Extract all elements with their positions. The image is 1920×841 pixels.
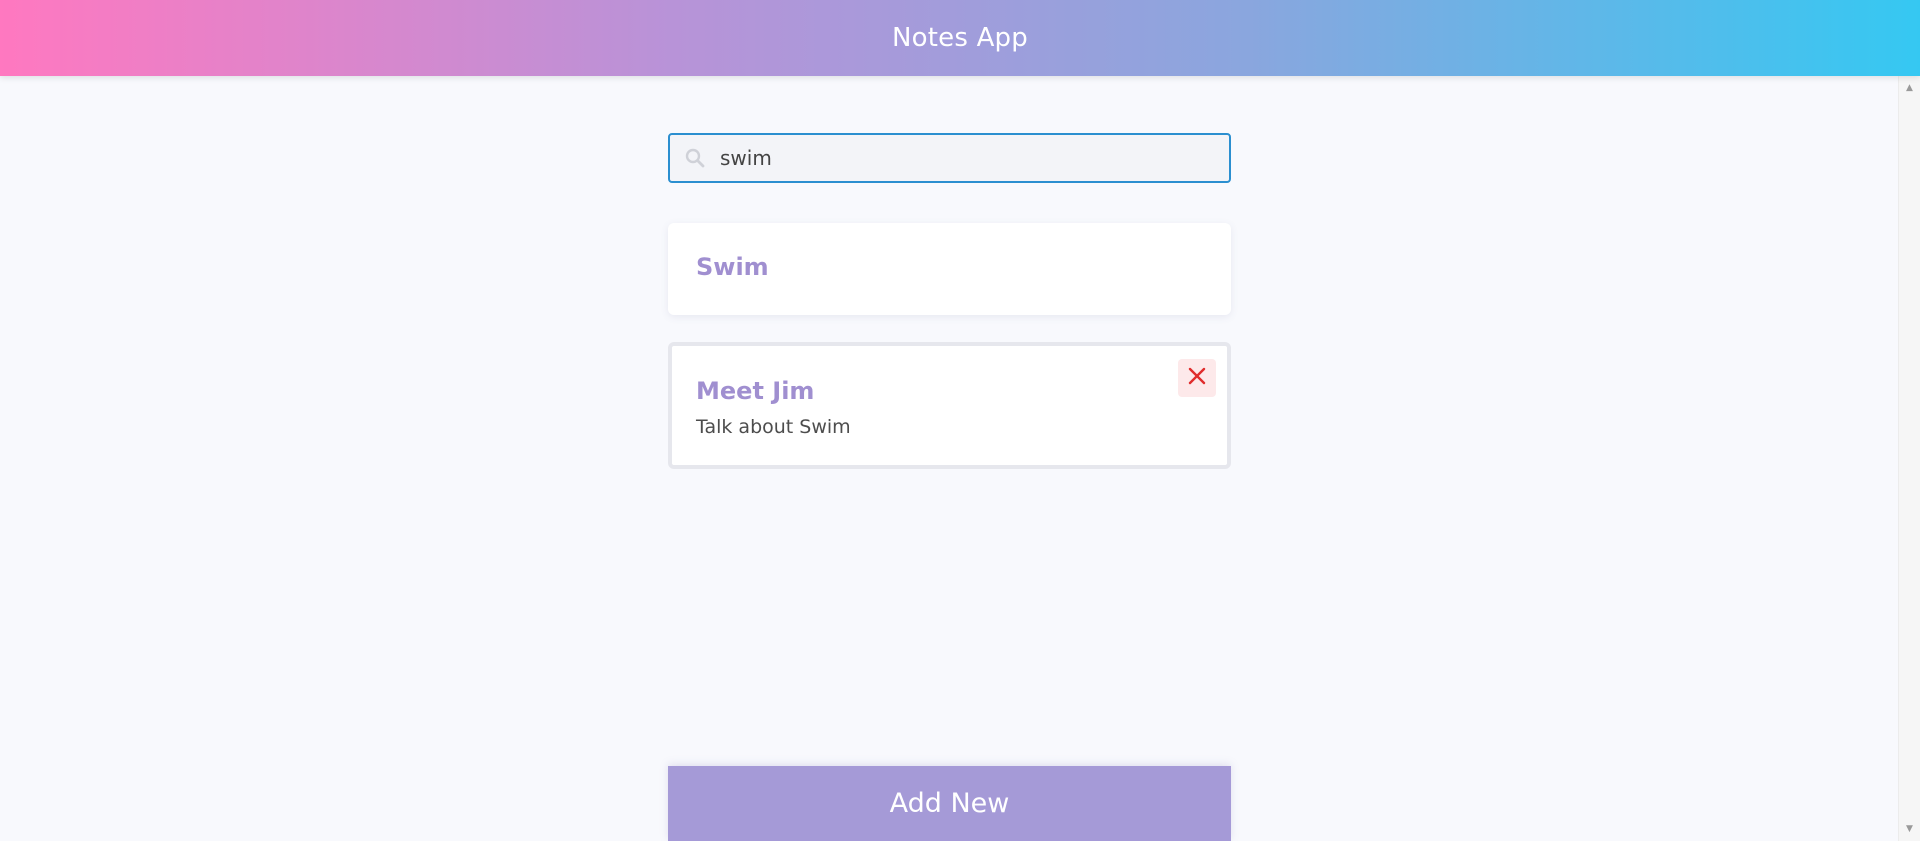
app-header: Notes App bbox=[0, 0, 1920, 76]
note-title: Meet Jim bbox=[696, 377, 815, 405]
note-body: Talk about Swim bbox=[696, 416, 851, 438]
search-input[interactable] bbox=[720, 146, 1200, 170]
note-card[interactable]: Swim bbox=[668, 223, 1231, 315]
vertical-scrollbar[interactable]: ▲ ▼ bbox=[1898, 76, 1920, 841]
note-card[interactable]: Meet Jim Talk about Swim bbox=[668, 342, 1231, 469]
scroll-down-icon[interactable]: ▼ bbox=[1899, 821, 1920, 837]
close-icon bbox=[1188, 367, 1206, 389]
delete-note-button[interactable] bbox=[1178, 359, 1216, 397]
app-title: Notes App bbox=[892, 23, 1028, 53]
scroll-up-icon[interactable]: ▲ bbox=[1899, 80, 1920, 96]
search-icon bbox=[684, 147, 706, 169]
note-title: Swim bbox=[696, 253, 769, 281]
search-box[interactable] bbox=[668, 133, 1231, 183]
add-new-button[interactable]: Add New bbox=[668, 766, 1231, 841]
